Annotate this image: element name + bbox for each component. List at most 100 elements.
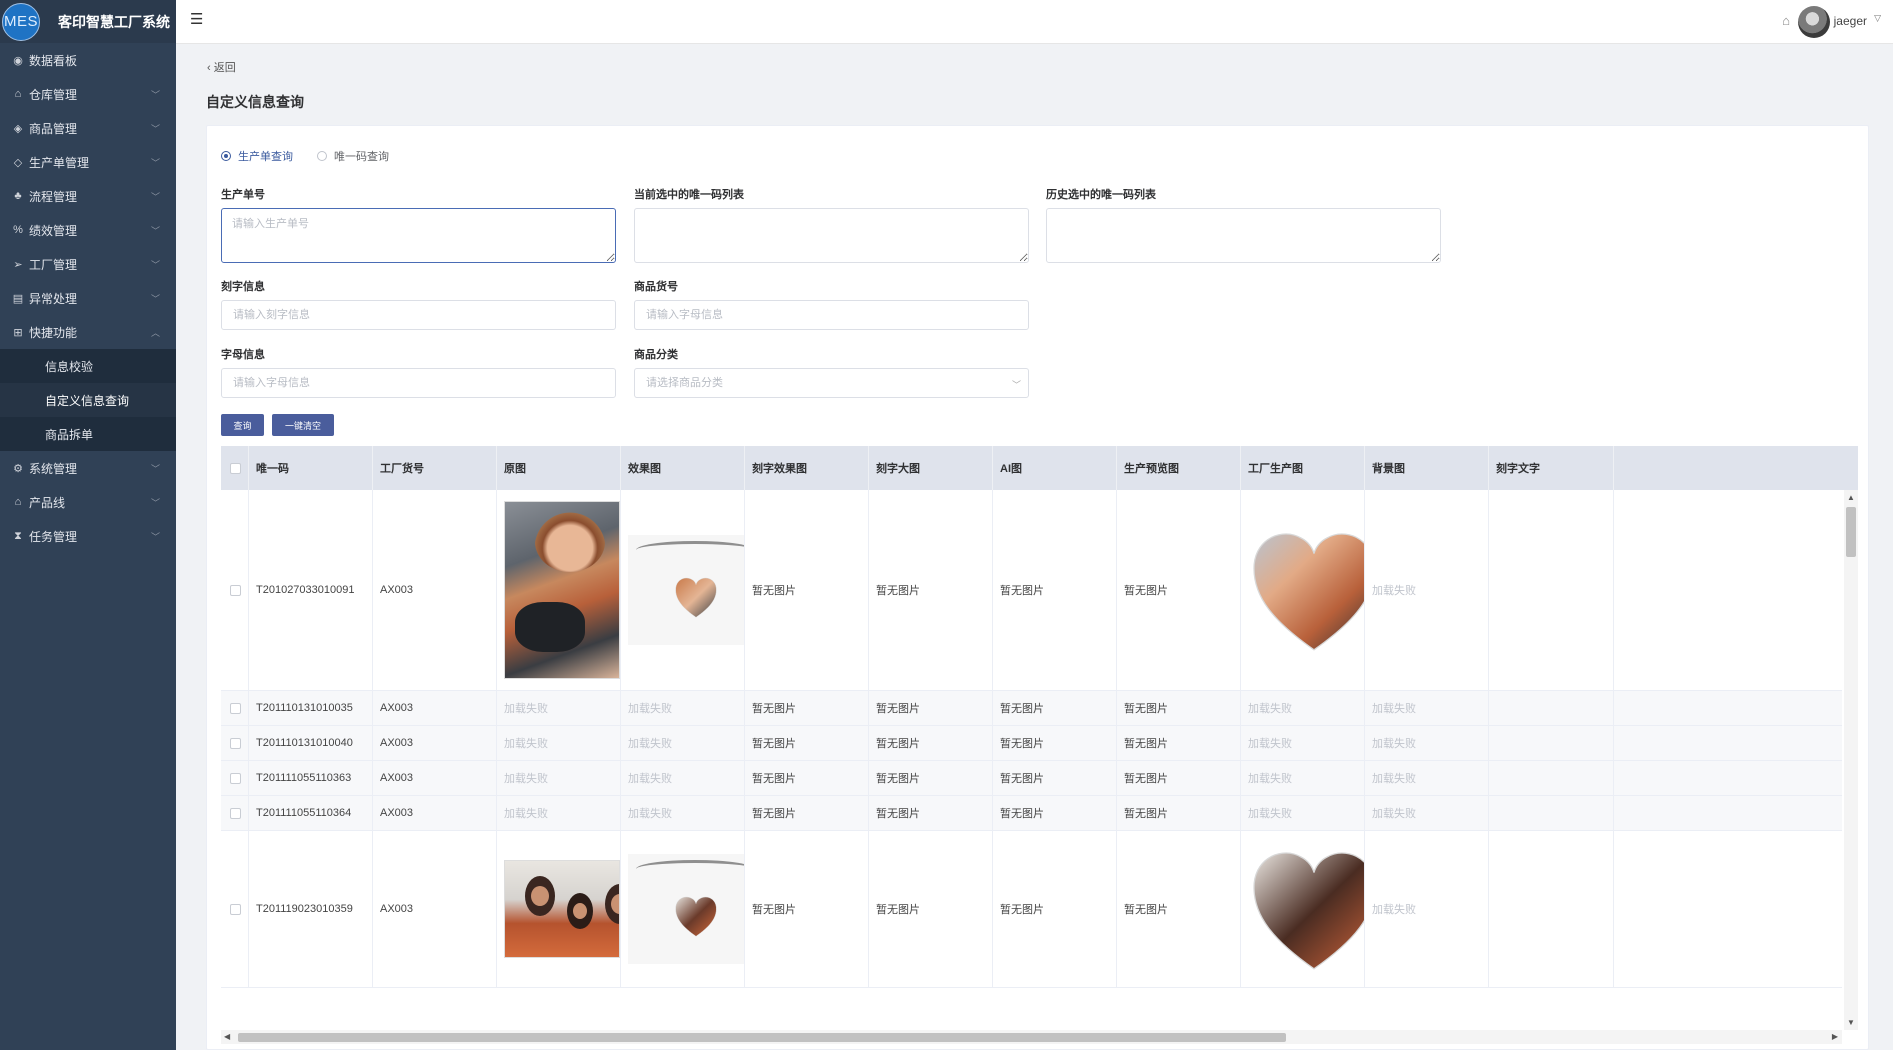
cell-load-failed: 加载失败 [1241,726,1365,760]
production-no-input[interactable] [221,208,616,263]
sidebar-item-label: 商品管理 [29,121,78,136]
cell-no-image: 暂无图片 [1117,691,1241,725]
table-row[interactable]: T201119023010359 AX003 暂无图片 暂无图片 暂无图片 暂无图片 加载失… [221,831,1842,988]
sidebar-item-main-4[interactable]: ♣ 流程管理 ﹀ [0,179,176,213]
column-header: 原图 [497,446,621,490]
chevron-down-icon: ﹀ [150,225,160,236]
factory-production-image[interactable] [1248,844,1364,974]
current-codes-textarea[interactable] [634,208,1029,263]
radio-production-order[interactable] [221,151,231,161]
radio-unique-code[interactable] [317,151,327,161]
row-select-cell [221,761,249,795]
sidebar-item-label: 商品拆单 [45,427,94,442]
sidebar-item-label: 任务管理 [29,529,78,544]
cell-engraving-text [1489,796,1614,830]
table-row[interactable]: T201111055110363 AX003 加载失败 加载失败 暂无图片 暂无图片 暂无图… [221,761,1842,796]
scroll-left-arrow-icon[interactable]: ◀ [224,1032,230,1041]
dashboard-icon: ◉ [13,54,23,67]
cell-factory-no: AX003 [373,691,497,725]
sidebar-item-main-8[interactable]: ⊞ 快捷功能 ︿ [0,315,176,349]
sidebar-item-sub-1[interactable]: 自定义信息查询 [0,383,176,417]
engraving-input[interactable] [221,300,616,330]
heart-icon [675,577,717,618]
original-photo-image[interactable] [504,501,620,679]
scroll-down-arrow-icon[interactable]: ▼ [1847,1018,1855,1027]
cell-image [621,490,745,690]
sidebar-item-main-7[interactable]: ▤ 异常处理 ﹀ [0,281,176,315]
cell-engraving-text [1489,726,1614,760]
sitemap-icon: ♣ [14,190,22,202]
pendant-effect-image[interactable] [628,854,744,964]
pendant-effect-image[interactable] [628,535,744,645]
cell-load-failed: 加载失败 [621,796,745,830]
username[interactable]: jaeger [1834,14,1867,28]
factory-production-image[interactable] [1248,525,1364,655]
sidebar-item-main-5[interactable]: % 绩效管理 ﹀ [0,213,176,247]
table-row[interactable]: T201110131010035 AX003 加载失败 加载失败 暂无图片 暂无图片 暂无图… [221,691,1842,726]
scroll-up-arrow-icon[interactable]: ▲ [1847,493,1855,502]
sidebar-item-after-0[interactable]: ⚙ 系统管理 ﹀ [0,451,176,485]
chevron-down-icon: ﹀ [150,463,160,474]
cell-no-image: 暂无图片 [869,831,993,987]
sidebar-item-main-6[interactable]: ➢ 工厂管理 ﹀ [0,247,176,281]
table-row[interactable]: T201027033010091 AX003 暂无图片 暂无图片 暂无图片 暂无图片 加载失… [221,490,1842,691]
chevron-down-icon: ﹀ [150,259,160,270]
query-button[interactable]: 查询 [221,414,264,436]
hourglass-icon: ⧗ [14,529,22,542]
row-checkbox[interactable] [230,772,241,784]
sidebar-item-main-2[interactable]: ◈ 商品管理 ﹀ [0,111,176,145]
clear-all-button[interactable]: 一键清空 [272,414,334,436]
sidebar-item-after-1[interactable]: ⌂ 产品线 ﹀ [0,485,176,519]
settings-icon: ⚙ [13,462,23,475]
sidebar-item-main-1[interactable]: ⌂ 仓库管理 ﹀ [0,77,176,111]
cell-load-failed: 加载失败 [621,761,745,795]
home-icon[interactable]: ⌂ [1782,13,1790,28]
select-all-checkbox[interactable] [230,462,241,474]
sidebar-item-main-0[interactable]: ◉ 数据看板 [0,43,176,77]
cell-load-failed: 加载失败 [1365,761,1489,795]
sidebar-item-sub-0[interactable]: 信息校验 [0,349,176,383]
sidebar-item-label: 生产单管理 [29,155,90,170]
vertical-scroll-thumb[interactable] [1846,507,1856,557]
letters-input[interactable] [221,368,616,398]
form-icon: ▤ [12,292,24,305]
category-label: 商品分类 [634,349,678,361]
cell-engraving-text [1489,691,1614,725]
cell-image [1241,831,1365,987]
row-checkbox[interactable] [230,903,241,915]
row-checkbox[interactable] [230,702,241,714]
avatar[interactable] [1798,6,1830,38]
original-photo-image[interactable] [504,860,620,958]
row-checkbox[interactable] [230,584,241,596]
table-row[interactable]: T201111055110364 AX003 加载失败 加载失败 暂无图片 暂无图片 暂无图… [221,796,1842,831]
radio-production-order-label[interactable]: 生产单查询 [238,148,293,164]
row-checkbox[interactable] [230,737,241,749]
sidebar-item-after-2[interactable]: ⧗ 任务管理 ﹀ [0,519,176,553]
scroll-right-arrow-icon[interactable]: ▶ [1832,1032,1838,1041]
home-icon: ⌂ [14,88,22,100]
heart-image [1253,852,1364,970]
chevron-down-icon: ﹀ [150,531,160,542]
chevron-down-icon[interactable]: ﹀ [1012,378,1021,391]
sidebar-item-label: 绩效管理 [29,223,78,238]
pendant-chain [636,860,744,890]
chevron-down-icon: ﹀ [150,191,160,202]
back-link[interactable]: ‹ 返回 [207,59,236,75]
sku-input[interactable] [634,300,1029,330]
cell-factory-no: AX003 [373,761,497,795]
sidebar-item-label: 产品线 [29,495,66,510]
hamburger-icon[interactable]: ☰ [190,12,206,28]
chevron-down-icon[interactable]: ▽ [1874,13,1881,24]
cell-load-failed: 加载失败 [1365,726,1489,760]
sidebar-item-sub-2[interactable]: 商品拆单 [0,417,176,451]
table-row[interactable]: T201110131010040 AX003 加载失败 加载失败 暂无图片 暂无图片 暂无图… [221,726,1842,761]
cell-load-failed: 加载失败 [1365,796,1489,830]
horizontal-scroll-thumb[interactable] [238,1033,1286,1042]
category-select[interactable] [634,368,1029,398]
row-checkbox[interactable] [230,807,241,819]
sidebar-item-main-3[interactable]: ◇ 生产单管理 ﹀ [0,145,176,179]
radio-unique-code-label[interactable]: 唯一码查询 [334,148,389,164]
vertical-scrollbar[interactable]: ▲ ▼ [1844,490,1858,1030]
horizontal-scrollbar[interactable]: ◀ ▶ [221,1030,1842,1044]
history-codes-textarea[interactable] [1046,208,1441,263]
